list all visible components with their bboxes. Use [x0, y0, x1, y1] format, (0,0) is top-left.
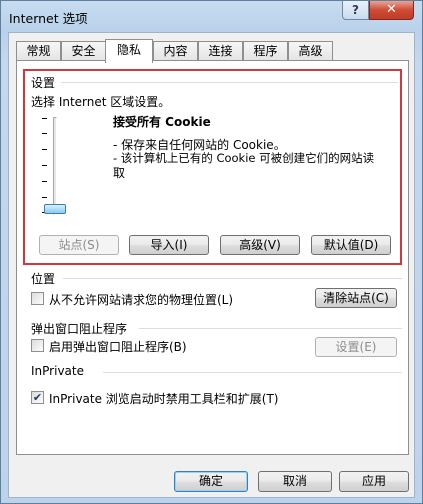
advanced-button[interactable]: 高级(V): [220, 235, 300, 255]
close-icon: ✕: [386, 2, 397, 17]
slider-tick: [42, 165, 47, 166]
popup-group-divider: [139, 328, 402, 329]
tab-content[interactable]: 内容: [153, 41, 198, 62]
settings-highlight-box: 设置 选择 Internet 区域设置。 接受所有 Cookie - 保存来自任…: [23, 69, 402, 265]
tab-security[interactable]: 安全: [61, 41, 106, 62]
clear-sites-button[interactable]: 清除站点(C): [315, 288, 397, 308]
location-checkbox[interactable]: [31, 292, 44, 305]
popup-blocker-checkbox-label[interactable]: 启用弹出窗口阻止程序(B): [49, 338, 187, 355]
inprivate-group-divider: [103, 372, 402, 373]
popup-blocker-checkbox[interactable]: [31, 339, 44, 352]
privacy-panel: 设置 选择 Internet 区域设置。 接受所有 Cookie - 保存来自任…: [16, 60, 409, 455]
sites-button[interactable]: 站点(S): [39, 235, 119, 255]
privacy-desc-line-3: 取: [113, 166, 126, 180]
privacy-level-slider[interactable]: [39, 115, 71, 215]
close-button[interactable]: ✕: [369, 1, 414, 20]
title-bar[interactable]: Internet 选项 ? ✕: [1, 1, 422, 31]
slider-tick: [42, 181, 47, 182]
location-checkbox-label[interactable]: 从不允许网站请求您的物理位置(L): [49, 291, 233, 308]
slider-tick: [42, 118, 47, 119]
inprivate-checkbox-label[interactable]: InPrivate 浏览启动时禁用工具栏和扩展(T): [49, 390, 279, 407]
location-group-label: 位置: [31, 272, 56, 286]
tab-privacy[interactable]: 隐私: [105, 39, 153, 63]
dialog-button-bar: 确定 取消 应用: [9, 460, 414, 497]
slider-thumb[interactable]: [44, 204, 66, 214]
popup-group-label: 弹出窗口阻止程序: [31, 322, 128, 336]
slider-tick: [42, 133, 47, 134]
slider-tick: [42, 149, 47, 150]
tab-connections[interactable]: 连接: [198, 41, 243, 62]
popup-settings-button[interactable]: 设置(E): [315, 337, 397, 357]
inprivate-group-label: InPrivate: [31, 364, 84, 378]
ok-button[interactable]: 确定: [174, 471, 248, 492]
settings-group-divider: [61, 82, 398, 83]
location-group-divider: [63, 278, 402, 279]
dialog-body: 常规 安全 隐私 内容 连接 程序 高级 设置 选择 Internet 区域设置…: [8, 32, 415, 498]
help-button[interactable]: ?: [342, 1, 369, 20]
privacy-desc-line-2: - 该计算机上已有的 Cookie 可被创建它们的网站读: [113, 151, 375, 165]
tab-programs[interactable]: 程序: [243, 41, 288, 62]
slider-track: [53, 117, 57, 215]
apply-button[interactable]: 应用: [339, 471, 409, 492]
tab-advanced[interactable]: 高级: [288, 41, 333, 62]
slider-tick: [42, 197, 47, 198]
privacy-level-title: 接受所有 Cookie: [113, 115, 211, 129]
window-title: Internet 选项: [9, 11, 88, 26]
settings-instruction: 选择 Internet 区域设置。: [31, 95, 171, 109]
cancel-button[interactable]: 取消: [258, 471, 332, 492]
default-button[interactable]: 默认值(D): [311, 235, 391, 255]
tab-general[interactable]: 常规: [16, 41, 61, 62]
internet-options-window: Internet 选项 ? ✕ 常规 安全 隐私 内容 连接 程序 高级 设置 …: [0, 0, 423, 504]
import-button[interactable]: 导入(I): [129, 235, 209, 255]
inprivate-checkbox[interactable]: ✔: [31, 391, 44, 404]
settings-group-label: 设置: [31, 76, 56, 90]
